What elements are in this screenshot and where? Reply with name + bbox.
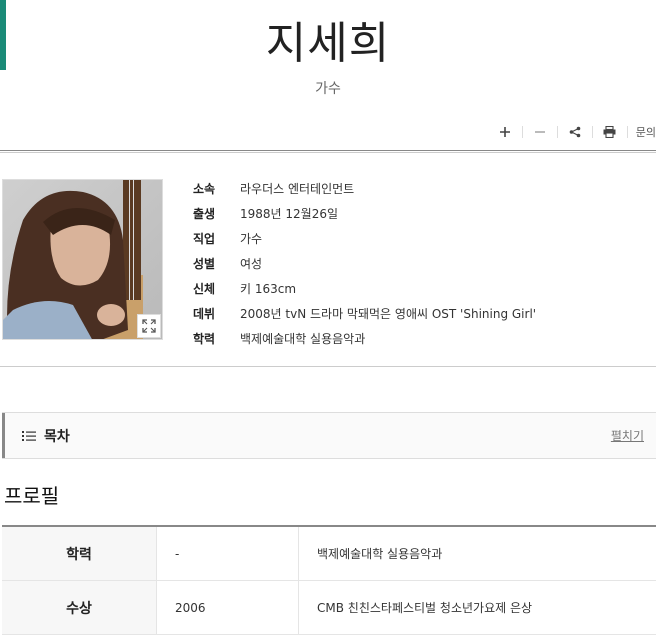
row-detail: 백제예술대학 실용음악과: [299, 526, 656, 581]
table-row: 수상 2006 CMB 친친스타페스티벌 청소년가요제 은상: [2, 581, 656, 635]
info-value: 가수: [240, 230, 262, 247]
row-category: 수상: [2, 581, 157, 635]
info-key: 학력: [193, 330, 240, 347]
toolbar: 문의: [492, 120, 656, 144]
info-key: 소속: [193, 180, 240, 197]
info-value: 2008년 tvN 드라마 막돼먹은 영애씨 OST 'Shining Girl…: [240, 305, 536, 322]
header-divider: [0, 150, 656, 153]
minus-icon: [534, 126, 546, 138]
info-key: 데뷔: [193, 305, 240, 322]
info-value: 1988년 12월26일: [240, 205, 338, 222]
profile-table: 학력 - 백제예술대학 실용음악과 수상 2006 CMB 친친스타페스티벌 청…: [2, 525, 656, 635]
print-button[interactable]: [597, 120, 623, 144]
table-row: 학력 - 백제예술대학 실용음악과: [2, 526, 656, 581]
profile-photo: [2, 179, 163, 340]
toc-header: 목차: [22, 413, 70, 458]
expand-icon: [142, 319, 156, 333]
row-detail: CMB 친친스타페스티벌 청소년가요제 은상: [299, 581, 656, 635]
info-value: 라우더스 엔터테인먼트: [240, 180, 354, 197]
zoom-in-button[interactable]: [492, 120, 518, 144]
info-value: 키 163cm: [240, 280, 296, 297]
info-key: 성별: [193, 255, 240, 272]
share-button[interactable]: [562, 120, 588, 144]
info-key: 직업: [193, 230, 240, 247]
row-year: 2006: [157, 581, 299, 635]
info-key: 신체: [193, 280, 240, 297]
info-row: 소속라우더스 엔터테인먼트: [193, 176, 536, 201]
section-title-profile: 프로필: [4, 480, 59, 509]
page-title: 지세희: [0, 14, 656, 74]
print-icon: [603, 126, 616, 138]
table-of-contents: 목차 펼치기: [2, 412, 656, 459]
info-row: 신체키 163cm: [193, 276, 536, 301]
zoom-out-button[interactable]: [527, 120, 553, 144]
toc-accent-bar: [2, 413, 5, 458]
info-box: 소속라우더스 엔터테인먼트 출생1988년 12월26일 직업가수 성별여성 신…: [193, 176, 536, 351]
row-year: -: [157, 526, 299, 581]
expand-image-button[interactable]: [137, 314, 161, 338]
toc-title: 목차: [44, 426, 70, 446]
list-icon: [22, 430, 36, 442]
info-row: 학력백제예술대학 실용음악과: [193, 326, 536, 351]
toc-expand-link[interactable]: 펼치기: [611, 413, 644, 458]
info-row: 직업가수: [193, 226, 536, 251]
row-category: 학력: [2, 526, 157, 581]
toolbar-divider: [557, 126, 558, 138]
contact-link[interactable]: 문의: [632, 124, 656, 140]
toolbar-divider: [592, 126, 593, 138]
plus-icon: [499, 126, 511, 138]
info-row: 출생1988년 12월26일: [193, 201, 536, 226]
section-divider: [0, 366, 656, 367]
info-value: 여성: [240, 255, 262, 272]
info-value: 백제예술대학 실용음악과: [240, 330, 365, 347]
share-icon: [569, 126, 581, 138]
info-key: 출생: [193, 205, 240, 222]
info-row: 성별여성: [193, 251, 536, 276]
info-row: 데뷔2008년 tvN 드라마 막돼먹은 영애씨 OST 'Shining Gi…: [193, 301, 536, 326]
toolbar-divider: [522, 126, 523, 138]
page-subtitle: 가수: [0, 78, 656, 98]
toolbar-divider: [627, 126, 628, 138]
